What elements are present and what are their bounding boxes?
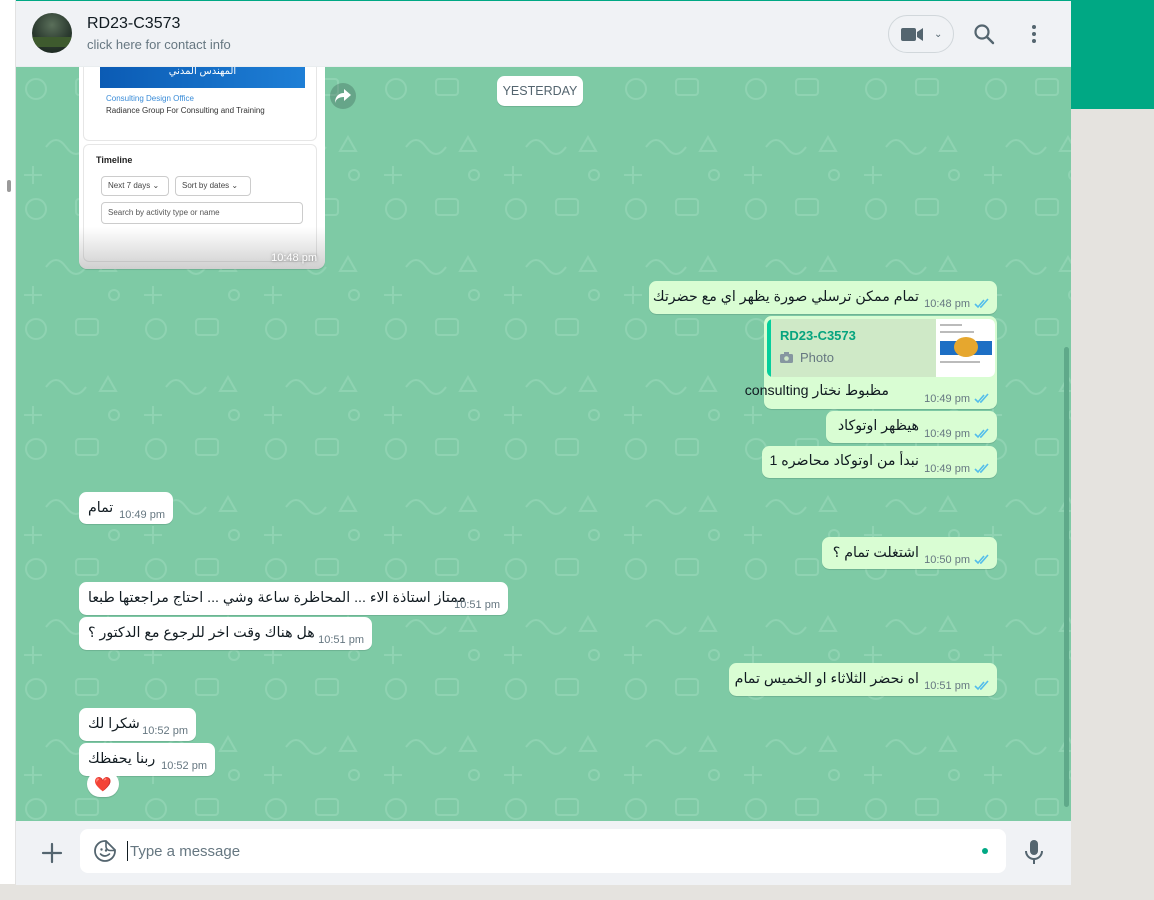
background-accent-panel [1071,0,1154,109]
image-filter-2: Sort by dates ⌄ [175,176,251,196]
message-time: 10:51 pm [924,680,970,692]
message-bubble-outgoing[interactable]: اه نحضر الثلاثاء او الخميس تمام 10:51 pm [729,663,997,696]
read-ticks-icon [974,554,989,565]
message-bubble-incoming[interactable]: تمام 10:49 pm [79,492,173,524]
message-time: 10:52 pm [142,725,188,737]
chat-header[interactable]: RD23-C3573 click here for contact info ⌄ [16,1,1071,67]
avatar[interactable] [32,13,72,53]
image-card-header: المهندس المدني Consulting Design Office … [83,67,317,141]
image-filter-1: Next 7 days ⌄ [101,176,169,196]
chevron-down-icon: ⌄ [934,29,943,40]
background-window-strip [0,0,16,884]
video-call-button[interactable]: ⌄ [888,15,954,53]
message-bubble-outgoing[interactable]: نبدأ من اوتوكاد محاضره 1 10:49 pm [762,446,997,478]
sticker-button[interactable] [94,840,116,862]
image-banner: المهندس المدني [100,67,305,88]
read-ticks-icon [974,298,989,309]
message-text: تمام ممكن ترسلي صورة يظهر اي مع حضرتك [652,289,919,305]
message-bubble-outgoing[interactable]: تمام ممكن ترسلي صورة يظهر اي مع حضرتك 10… [649,281,997,314]
quote-label: Photo [800,350,834,365]
message-time: 10:48 pm [271,252,317,264]
contact-name[interactable]: RD23-C3573 [87,15,180,33]
message-text: نبدأ من اوتوكاد محاضره 1 [769,453,919,469]
message-time: 10:50 pm [924,554,970,566]
message-time: 10:49 pm [924,428,970,440]
message-bubble-outgoing[interactable]: هيظهر اوتوكاد 10:49 pm [826,411,997,443]
chat-scrollbar[interactable] [1064,347,1069,807]
background-panel [1071,109,1154,900]
message-time: 10:51 pm [454,599,500,611]
video-icon [901,28,923,41]
message-text: تمام [88,500,114,516]
search-icon [974,24,995,45]
message-bubble-incoming[interactable]: شكرا لك 10:52 pm [79,708,196,741]
image-line-1: Consulting Design Office [106,94,194,103]
message-time: 10:51 pm [318,634,364,646]
text-caret [127,841,128,861]
message-time: 10:52 pm [161,760,207,772]
message-time: 10:48 pm [924,298,970,310]
message-bubble-incoming[interactable]: ممتاز استاذة الاء ... المحاظرة ساعة وشي … [79,582,508,615]
voice-message-button[interactable] [1023,839,1045,865]
message-bubble-outgoing[interactable]: اشتغلت تمام ؟ 10:50 pm [822,537,997,569]
plus-icon [41,842,63,864]
image-search-field: Search by activity type or name [101,202,303,224]
forward-icon [335,89,351,103]
message-list[interactable]: YESTERDAY المهندس المدني Consulting Desi… [16,67,1071,821]
message-time: 10:49 pm [119,509,165,521]
message-input-box[interactable] [80,829,1006,873]
message-bubble-incoming[interactable]: هل هناك وقت اخر للرجوع مع الدكتور ؟ 10:5… [79,617,372,650]
message-time: 10:49 pm [924,393,970,405]
message-text: هل هناك وقت اخر للرجوع مع الدكتور ؟ [88,625,315,641]
menu-icon [1032,25,1036,43]
quote-thumbnail [936,319,995,377]
read-ticks-icon [974,463,989,474]
read-ticks-icon [974,428,989,439]
grammar-indicator [982,848,988,854]
quote-author: RD23-C3573 [780,328,856,343]
message-text: ممتاز استاذة الاء ... المحاظرة ساعة وشي … [88,590,466,606]
message-input[interactable] [130,835,970,867]
heart-reaction[interactable]: ❤️ [87,771,119,797]
mic-icon [1025,840,1043,864]
forward-button[interactable] [330,83,356,109]
message-text: اه نحضر الثلاثاء او الخميس تمام [734,671,919,687]
read-ticks-icon [974,393,989,404]
message-bubble-outgoing[interactable]: RD23-C3573 Photo مظبوط نختار consulting … [745,316,997,409]
scrollbar-thumb[interactable] [7,180,11,192]
menu-button[interactable] [1022,22,1046,46]
composer [16,821,1071,885]
message-text: مظبوط نختار consulting [744,383,889,399]
message-text: هيظهر اوتوكاد [837,418,919,434]
camera-icon [780,352,793,363]
contact-info-hint[interactable]: click here for contact info [87,37,231,52]
image-line-2: Radiance Group For Consulting and Traini… [106,106,265,115]
message-text: شكرا لك [88,716,140,732]
date-separator: YESTERDAY [497,76,583,106]
quoted-message[interactable]: RD23-C3573 Photo [767,319,995,377]
search-button[interactable] [972,22,996,46]
quote-bar [767,319,771,377]
message-text: اشتغلت تمام ؟ [832,545,919,561]
read-ticks-icon [974,680,989,691]
sticker-icon [94,840,116,862]
chat-window: RD23-C3573 click here for contact info ⌄ [16,0,1071,885]
image-message[interactable]: المهندس المدني Consulting Design Office … [79,67,325,269]
attach-button[interactable] [40,841,64,865]
message-time: 10:49 pm [924,463,970,475]
image-timeline-title: Timeline [96,155,133,165]
message-text: ربنا يحفظك [88,751,156,767]
